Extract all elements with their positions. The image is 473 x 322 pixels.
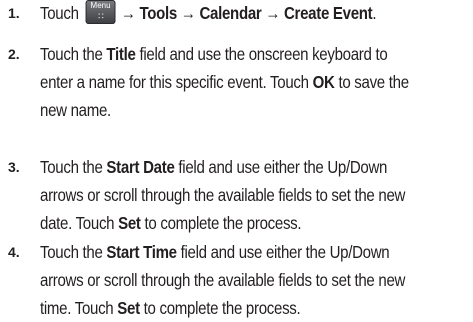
text-run: new name. [40,100,111,120]
step-text-line: Touch the Start Date field and use eithe… [40,153,387,181]
step-text-line: date. Touch Set to complete the process. [40,209,302,237]
step-number: 4. [8,244,20,260]
menu-key-icon: Menu ∷ [85,0,116,25]
bold-term: Set [118,213,141,233]
step-text-line: arrows or scroll through the available f… [40,266,405,294]
text-run: to complete the process. [139,298,301,318]
step-text-line: Touch the Start Time field and use eithe… [40,238,390,266]
step-number: 3. [8,159,20,175]
text-run: arrows or scroll through the available f… [40,270,406,290]
text-run: field and use either the Up/Down [174,157,388,177]
bold-term: Start Time [106,242,177,262]
bold-term: Title [106,44,136,64]
step-text-line: arrows or scroll through the available f… [40,181,405,209]
text-run: Touch the [40,44,107,64]
bold-term: → Tools → Calendar → Create Event [116,3,373,23]
grid-dots-icon: ∷ [98,11,105,22]
bold-term: Start Date [106,157,175,177]
text-run: field and use either the Up/Down [176,242,390,262]
text-run: Touch the [40,157,107,177]
text-run: enter a name for this specific event. To… [40,72,313,92]
text-run: arrows or scroll through the available f… [40,185,406,205]
text-run: Touch [40,3,83,23]
text-run: to complete the process. [140,213,302,233]
text-run: . [372,3,377,23]
text-run: time. Touch [40,298,118,318]
step-text-line: new name. [40,96,111,124]
step-text-line: Touch the Title field and use the onscre… [40,40,388,68]
step-text-line: time. Touch Set to complete the process. [40,294,301,322]
step-number: 2. [8,46,20,62]
bold-term: OK [312,72,335,92]
step-text-line: Touch Menu ∷ → Tools → Calendar → Create … [40,0,377,27]
menu-key-label: Menu [90,1,111,11]
text-run: Touch the [40,242,107,262]
text-run: field and use the onscreen keyboard to [135,44,388,64]
text-run: to save the [334,72,409,92]
step-text-line: enter a name for this specific event. To… [40,68,409,96]
bold-term: Set [117,298,140,318]
text-run: date. Touch [40,213,119,233]
step-number: 1. [8,5,20,21]
